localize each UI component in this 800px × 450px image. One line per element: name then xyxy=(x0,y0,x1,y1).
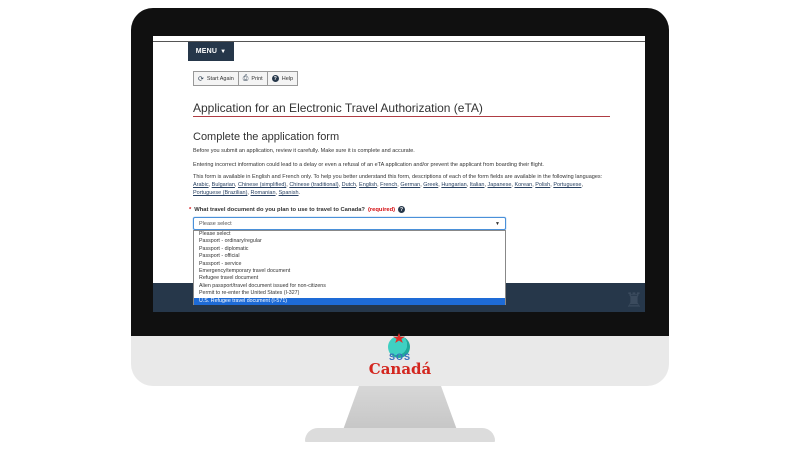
language-link[interactable]: Polish xyxy=(535,182,550,188)
select-option[interactable]: Passport - ordinary/regular xyxy=(194,238,505,245)
select-option[interactable]: Please select xyxy=(194,231,505,238)
language-link[interactable]: Korean xyxy=(514,182,532,188)
travel-document-select[interactable]: Please select ▼ xyxy=(193,217,506,230)
print-button[interactable]: ⎙ Print xyxy=(238,71,268,86)
menu-button[interactable]: MENU ▼ xyxy=(188,42,234,61)
monitor-stand-foot xyxy=(305,428,495,442)
select-option[interactable]: Passport - service xyxy=(194,261,505,268)
help-button[interactable]: ? Help xyxy=(267,71,299,86)
select-option[interactable]: Passport - diplomatic xyxy=(194,246,505,253)
language-link[interactable]: Romanian xyxy=(250,190,275,196)
travel-document-question: * What travel document do you plan to us… xyxy=(189,206,406,213)
parliament-icon: ♜ xyxy=(625,290,643,312)
instruction-warning: Entering incorrect information could lea… xyxy=(193,162,544,168)
language-link[interactable]: Hungarian xyxy=(441,182,466,188)
language-link[interactable]: Portuguese xyxy=(553,182,581,188)
instruction-review: Before you submit an application, review… xyxy=(193,148,415,154)
print-label: Print xyxy=(251,75,263,82)
refresh-icon: ⟳ xyxy=(198,75,204,83)
language-link[interactable]: Greek xyxy=(423,182,438,188)
select-option[interactable]: U.S. Refugee travel document (I-571) xyxy=(194,297,505,305)
help-icon: ? xyxy=(271,75,279,82)
language-link[interactable]: Arabic xyxy=(193,182,209,188)
select-option[interactable]: Emergency/temporary travel document xyxy=(194,268,505,275)
languages-intro: This form is available in English and Fr… xyxy=(193,174,603,180)
start-again-label: Start Again xyxy=(206,75,234,82)
select-value: Please select xyxy=(199,220,232,227)
menu-label: MENU xyxy=(195,48,218,55)
question-text: What travel document do you plan to use … xyxy=(194,206,365,213)
browser-screen: MENU ▼ ⟳ Start Again ⎙ Print ? Help Appl… xyxy=(153,36,645,312)
language-link[interactable]: English xyxy=(359,182,377,188)
chevron-down-icon: ▼ xyxy=(220,48,227,55)
monitor-stand-neck xyxy=(343,386,457,430)
start-again-button[interactable]: ⟳ Start Again xyxy=(193,71,239,86)
instruction-languages: This form is available in English and Fr… xyxy=(193,173,611,197)
language-links: Arabic, Bulgarian, Chinese (simplified),… xyxy=(193,182,583,196)
chevron-down-icon: ▼ xyxy=(495,220,500,227)
language-link[interactable]: Italian xyxy=(470,182,485,188)
question-help-icon[interactable]: ? xyxy=(398,206,406,213)
logo-canada-text: Canadá xyxy=(368,360,432,378)
travel-document-options: Please select Passport - ordinary/regular… xyxy=(193,230,506,305)
select-option[interactable]: Passport - official xyxy=(194,253,505,260)
title-underline xyxy=(193,116,610,117)
help-label: Help xyxy=(281,75,294,82)
select-option[interactable]: Alien passport/travel document issued fo… xyxy=(194,283,505,290)
language-link[interactable]: Portuguese (Brazilian) xyxy=(193,190,247,196)
language-link[interactable]: German xyxy=(400,182,420,188)
language-link[interactable]: Spanish xyxy=(279,190,299,196)
language-link[interactable]: Chinese (traditional) xyxy=(289,182,338,188)
select-option[interactable]: Permit to re-enter the United States (I-… xyxy=(194,290,505,297)
required-star: * xyxy=(189,206,192,213)
page-title: Application for an Electronic Travel Aut… xyxy=(193,101,483,115)
language-link[interactable]: French xyxy=(380,182,397,188)
language-link[interactable]: Dutch xyxy=(342,182,356,188)
language-link[interactable]: Bulgarian xyxy=(212,182,235,188)
section-title: Complete the application form xyxy=(193,131,340,143)
select-option[interactable]: Refugee travel document xyxy=(194,275,505,282)
language-link[interactable]: Japanese xyxy=(488,182,512,188)
printer-icon: ⎙ xyxy=(242,74,249,82)
stage: MENU ▼ ⟳ Start Again ⎙ Print ? Help Appl… xyxy=(0,0,800,450)
language-link[interactable]: Chinese (simplified) xyxy=(238,182,286,188)
required-label: (required) xyxy=(367,206,396,213)
form-toolbar: ⟳ Start Again ⎙ Print ? Help xyxy=(193,71,299,86)
sos-canada-logo: SOS Canadá xyxy=(358,332,442,382)
